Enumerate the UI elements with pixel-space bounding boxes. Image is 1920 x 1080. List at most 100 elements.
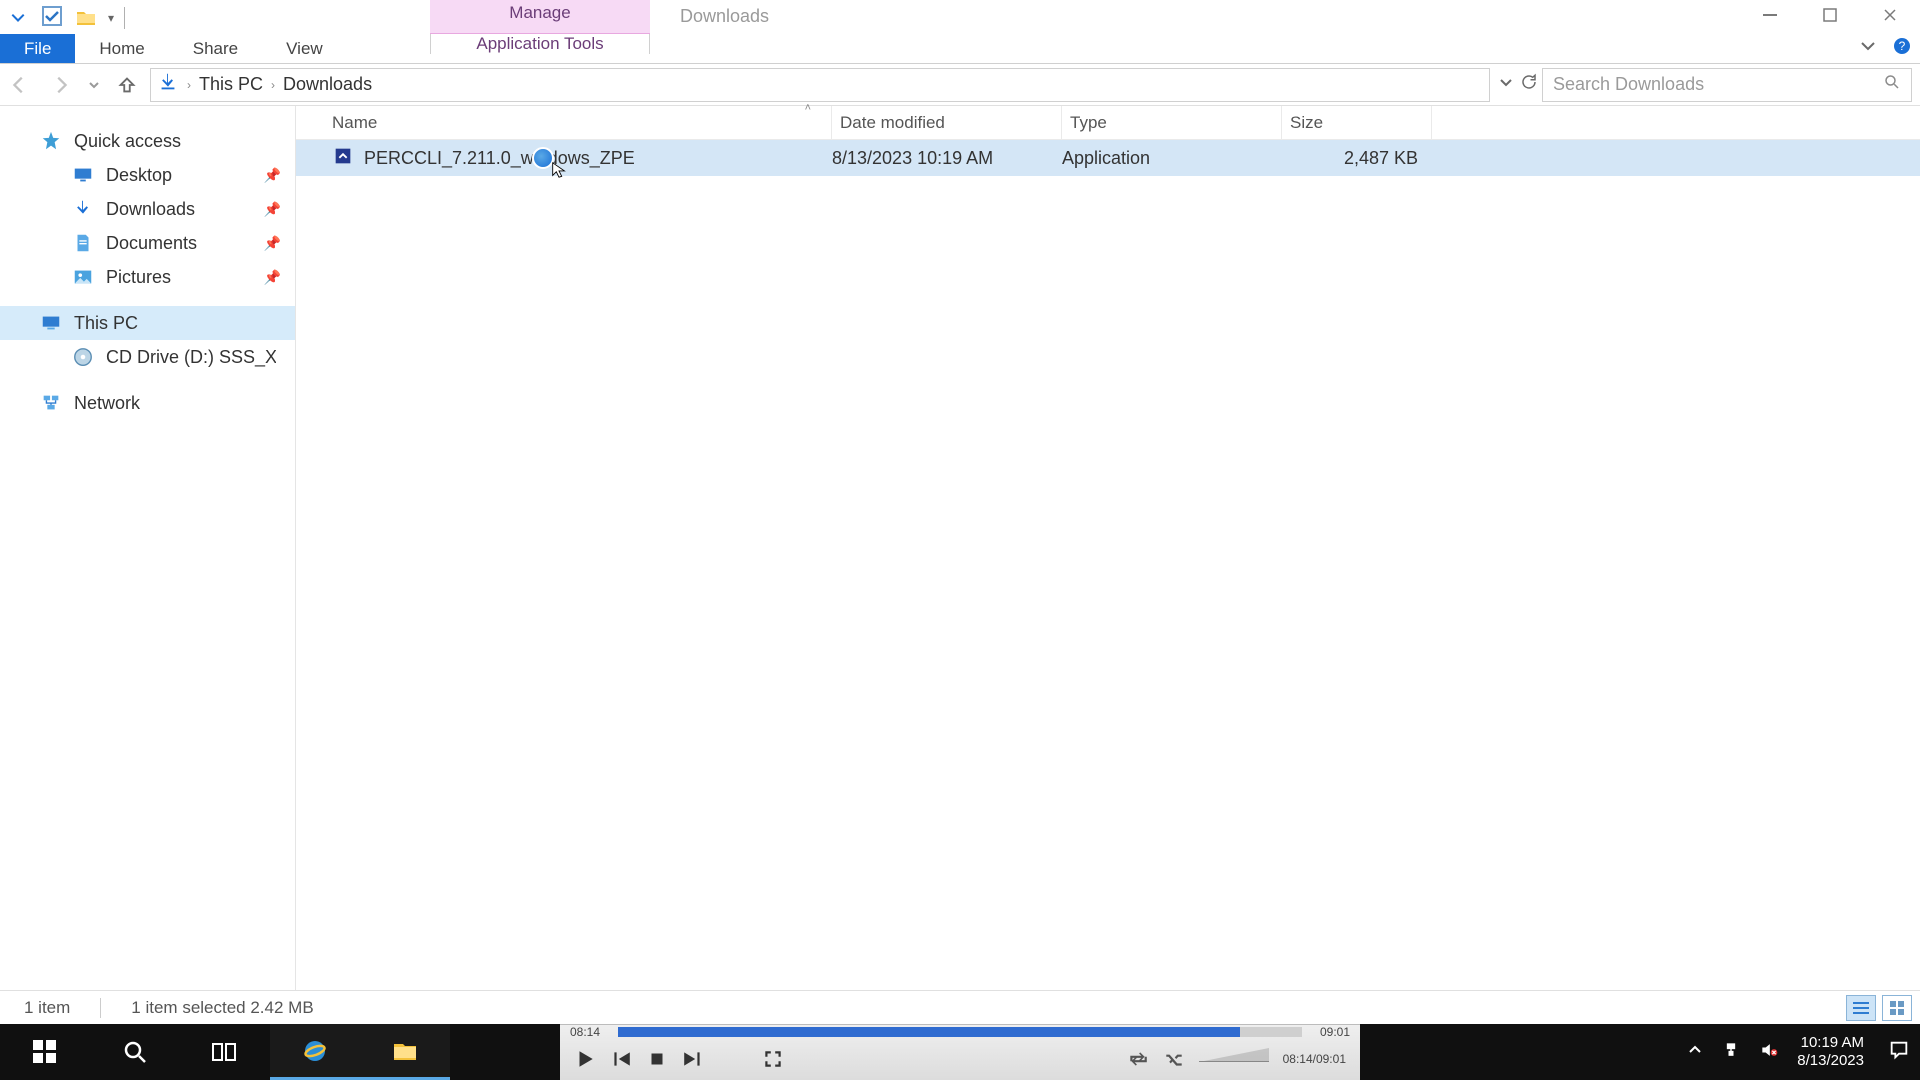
column-name[interactable]: Name ˄: [332, 106, 832, 139]
up-button[interactable]: [108, 66, 146, 104]
tab-view[interactable]: View: [262, 34, 347, 63]
star-icon: [40, 130, 62, 152]
quick-access-toolbar: ▾: [0, 0, 131, 34]
shuffle-button[interactable]: [1163, 1048, 1185, 1070]
sidebar-label: Quick access: [74, 131, 181, 152]
search-input[interactable]: Search Downloads: [1542, 68, 1912, 102]
details-view-button[interactable]: [1846, 995, 1876, 1021]
volume-slider[interactable]: [1199, 1052, 1269, 1066]
column-headers: Name ˄ Date modified Type Size: [296, 106, 1920, 140]
tray-network-icon[interactable]: [1721, 1040, 1741, 1065]
recent-dropdown-icon[interactable]: [84, 66, 104, 104]
main-content: Quick access Desktop 📌 Downloads 📌: [0, 106, 1920, 990]
column-size[interactable]: Size: [1282, 106, 1432, 139]
file-explorer-button[interactable]: [360, 1024, 450, 1080]
tray-volume-muted-icon[interactable]: [1759, 1040, 1779, 1065]
pin-icon: 📌: [264, 201, 281, 218]
sidebar-item-desktop[interactable]: Desktop 📌: [0, 158, 295, 192]
sidebar-label: This PC: [74, 313, 138, 334]
sidebar-label: Documents: [106, 233, 197, 254]
column-label: Name: [332, 113, 377, 133]
application-icon: [332, 145, 354, 172]
chevron-right-icon[interactable]: ›: [271, 78, 275, 92]
sidebar-item-this-pc[interactable]: This PC: [0, 306, 295, 340]
file-type: Application: [1062, 148, 1282, 169]
ribbon-tabs: File Home Share View Application Tools ?: [0, 34, 1920, 64]
properties-check-icon[interactable]: [40, 4, 64, 33]
status-selection: 1 item selected 2.42 MB: [131, 998, 313, 1018]
media-progress-bar[interactable]: [618, 1027, 1302, 1037]
sidebar-item-cd-drive[interactable]: CD Drive (D:) SSS_X64: [0, 340, 295, 374]
address-bar: › This PC › Downloads Search Downloads: [0, 64, 1920, 106]
file-name: PERCCLI_7.211.0_windows_ZPE: [364, 148, 635, 169]
file-date: 8/13/2023 10:19 AM: [832, 148, 1062, 169]
pin-icon: 📌: [264, 235, 281, 252]
sidebar-label: Desktop: [106, 165, 172, 186]
status-item-count: 1 item: [24, 998, 70, 1018]
stop-button[interactable]: [646, 1048, 668, 1070]
tray-date: 8/13/2023: [1797, 1052, 1864, 1070]
media-progress-fill: [618, 1027, 1240, 1037]
download-icon: [72, 198, 94, 220]
sidebar-label: Downloads: [106, 199, 195, 220]
media-time-counter: 08:14/09:01: [1283, 1052, 1346, 1066]
documents-icon: [72, 232, 94, 254]
sidebar-item-pictures[interactable]: Pictures 📌: [0, 260, 295, 294]
tab-application-tools[interactable]: Application Tools: [430, 34, 650, 54]
qat-dropdown-icon[interactable]: ▾: [108, 11, 114, 25]
action-center-icon[interactable]: [1888, 1039, 1910, 1066]
file-size: 2,487 KB: [1282, 148, 1432, 169]
sidebar-label: CD Drive (D:) SSS_X64: [106, 347, 276, 368]
tray-clock[interactable]: 10:19 AM 8/13/2023: [1797, 1034, 1870, 1070]
search-icon: [1883, 73, 1901, 96]
tab-home[interactable]: Home: [75, 34, 168, 63]
tray-time: 10:19 AM: [1797, 1034, 1864, 1052]
previous-button[interactable]: [610, 1048, 632, 1070]
play-button[interactable]: [574, 1048, 596, 1070]
column-type[interactable]: Type: [1062, 106, 1282, 139]
window-controls: [1740, 0, 1920, 30]
loop-button[interactable]: [1127, 1048, 1149, 1070]
file-list: Name ˄ Date modified Type Size PERCCLI_7…: [296, 106, 1920, 990]
chevron-right-icon[interactable]: ›: [187, 78, 191, 92]
address-dropdown-icon[interactable]: [1498, 74, 1514, 95]
sidebar-item-quick-access[interactable]: Quick access: [0, 124, 295, 158]
sidebar-item-downloads[interactable]: Downloads 📌: [0, 192, 295, 226]
tray-chevron-up-icon[interactable]: [1687, 1042, 1703, 1063]
sidebar-label: Network: [74, 393, 140, 414]
start-button[interactable]: [0, 1024, 90, 1080]
status-bar: 1 item 1 item selected 2.42 MB: [0, 990, 1920, 1024]
internet-explorer-button[interactable]: [270, 1024, 360, 1080]
minimize-button[interactable]: [1740, 0, 1800, 30]
sidebar-item-documents[interactable]: Documents 📌: [0, 226, 295, 260]
breadcrumb-downloads[interactable]: Downloads: [283, 74, 372, 95]
refresh-icon[interactable]: [1520, 73, 1538, 96]
ribbon-context-tab[interactable]: Manage: [430, 0, 650, 34]
desktop-icon: [72, 164, 94, 186]
file-row[interactable]: PERCCLI_7.211.0_windows_ZPE 8/13/2023 10…: [296, 140, 1920, 176]
separator-icon: [124, 7, 125, 29]
download-folder-icon: [157, 71, 179, 98]
search-button[interactable]: [90, 1024, 180, 1080]
breadcrumb-this-pc[interactable]: This PC: [199, 74, 263, 95]
this-pc-icon: [40, 312, 62, 334]
tab-share[interactable]: Share: [169, 34, 262, 63]
sidebar-item-network[interactable]: Network: [0, 386, 295, 420]
back-button[interactable]: [0, 66, 38, 104]
pin-icon: 📌: [264, 167, 281, 184]
help-icon[interactable]: ?: [1892, 36, 1912, 61]
close-button[interactable]: [1860, 0, 1920, 30]
breadcrumb-bar[interactable]: › This PC › Downloads: [150, 68, 1490, 102]
maximize-button[interactable]: [1800, 0, 1860, 30]
task-view-button[interactable]: [180, 1024, 270, 1080]
forward-button[interactable]: [42, 66, 80, 104]
fullscreen-button[interactable]: [762, 1048, 784, 1070]
next-button[interactable]: [682, 1048, 704, 1070]
thumbnails-view-button[interactable]: [1882, 995, 1912, 1021]
collapse-ribbon-icon[interactable]: [1858, 36, 1878, 61]
navigation-pane: Quick access Desktop 📌 Downloads 📌: [0, 106, 296, 990]
network-icon: [40, 392, 62, 414]
new-folder-icon[interactable]: [74, 6, 98, 30]
tab-file[interactable]: File: [0, 34, 75, 63]
column-date[interactable]: Date modified: [832, 106, 1062, 139]
